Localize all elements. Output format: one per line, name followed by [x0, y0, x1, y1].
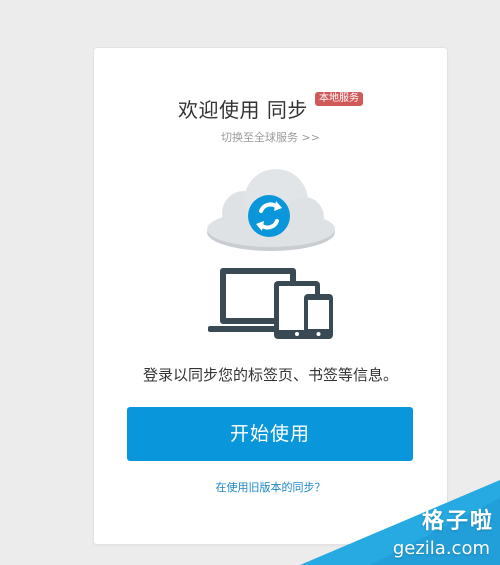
welcome-card: 欢迎使用 同步 本地服务 切换至全球服务 >> 登录以同步您的标签页、书签等信息… [94, 48, 447, 544]
watermark-title: 格子啦 [421, 509, 494, 534]
start-button[interactable]: 开始使用 [127, 407, 413, 461]
watermark-subtitle: gezila.com [392, 538, 490, 559]
phone-icon [304, 294, 333, 339]
page-title: 欢迎使用 同步 [178, 98, 308, 122]
sync-illustration [206, 169, 336, 339]
cloud-sync-icon [207, 169, 335, 251]
description-text: 登录以同步您的标签页、书签等信息。 [142, 366, 398, 384]
local-service-badge: 本地服务 [314, 91, 363, 106]
title-row: 欢迎使用 同步 本地服务 [94, 91, 447, 123]
watermark: 格子啦 gezila.com [300, 480, 500, 565]
switch-global-service-link[interactable]: 切换至全球服务 >> [94, 129, 447, 145]
